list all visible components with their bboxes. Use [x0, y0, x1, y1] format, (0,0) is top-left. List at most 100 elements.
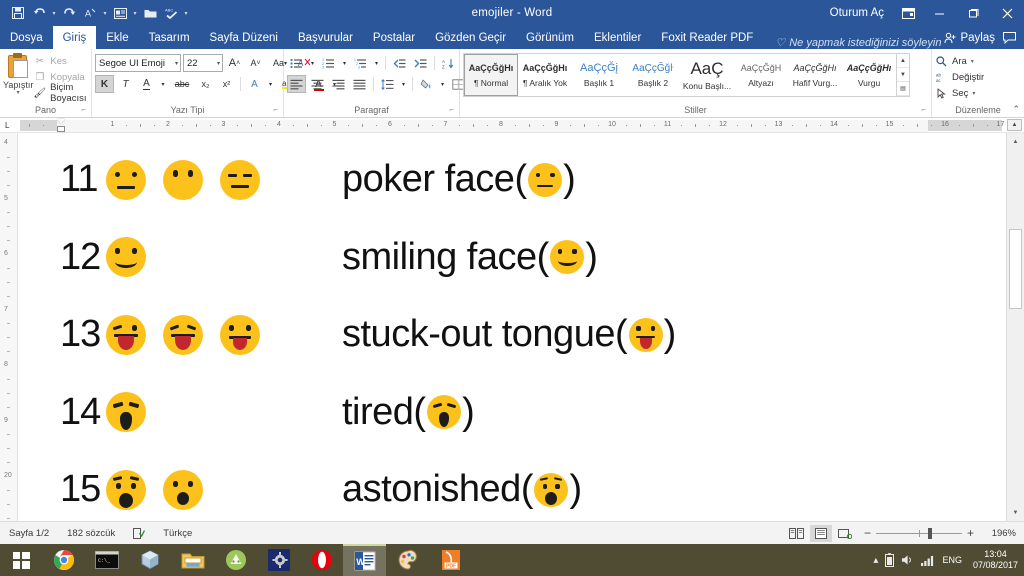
- style-konu-basligi[interactable]: AaÇ Konu Başlı...: [680, 54, 734, 96]
- style-normal[interactable]: AaÇçĞğHı ¶ Normal: [464, 54, 518, 96]
- styles-scroll-up-icon[interactable]: ▲: [897, 54, 909, 68]
- format-painter-button[interactable]: 🖌 Biçim Boyacısı: [33, 82, 88, 104]
- tab-eklentiler[interactable]: Eklentiler: [584, 26, 651, 49]
- clock[interactable]: 13:04 07/08/2017: [969, 549, 1018, 571]
- document-area[interactable]: 4 5 6 7 8 9 20 11 poker face () 12 smil…: [0, 133, 1024, 521]
- paste-button[interactable]: Yapıştır ▾: [3, 51, 33, 96]
- tab-dosya[interactable]: Dosya: [0, 26, 53, 49]
- document-row[interactable]: 13 stuck-out tongue (): [60, 296, 1006, 374]
- justify-icon[interactable]: [350, 75, 369, 93]
- sort-icon[interactable]: AZ: [439, 54, 458, 72]
- clipboard-dialog-launcher-icon[interactable]: ⌐: [81, 103, 86, 116]
- strikethrough-button[interactable]: abc: [170, 75, 194, 93]
- print-preview-dropdown-icon[interactable]: ▾: [131, 10, 139, 17]
- ruler-track[interactable]: 1 2 3 4 5 6 7 8 9 10 11 12 13 14 15 16 17: [20, 120, 1004, 132]
- print-layout-icon[interactable]: [809, 524, 832, 542]
- windows-start-icon[interactable]: [0, 544, 42, 576]
- web-layout-icon[interactable]: [834, 525, 856, 542]
- open-icon[interactable]: [140, 3, 160, 23]
- save-icon[interactable]: [8, 3, 28, 23]
- underline-button[interactable]: A: [137, 75, 156, 93]
- style-hafif-vurgu[interactable]: AaÇçĞğHı Hafif Vurg...: [788, 54, 842, 96]
- shrink-font-icon[interactable]: A ˅: [246, 54, 265, 72]
- numbered-list-dropdown-icon[interactable]: ▾: [340, 54, 349, 72]
- tab-giris[interactable]: Giriş: [52, 26, 97, 49]
- tab-foxit-reader-pdf[interactable]: Foxit Reader PDF: [651, 26, 763, 49]
- language-indicator[interactable]: Türkçe: [154, 528, 201, 539]
- italic-button[interactable]: T: [116, 75, 135, 93]
- tell-me-box[interactable]: ♡ Ne yapmak istediğinizi söyleyin: [763, 36, 941, 50]
- style-vurgu[interactable]: AaÇçĞğHı Vurgu: [842, 54, 896, 96]
- bullet-list-icon[interactable]: [287, 54, 306, 72]
- proofing-errors-icon[interactable]: [124, 527, 154, 539]
- bullet-list-dropdown-icon[interactable]: ▾: [308, 54, 317, 72]
- align-left-icon[interactable]: [287, 75, 306, 93]
- text-effects-icon[interactable]: A: [245, 75, 264, 93]
- share-button[interactable]: Paylaş: [944, 32, 995, 44]
- document-page[interactable]: 11 poker face () 12 smiling face () 13…: [18, 133, 1006, 521]
- close-button[interactable]: [990, 0, 1024, 26]
- read-mode-icon[interactable]: [786, 525, 808, 542]
- align-right-icon[interactable]: [329, 75, 348, 93]
- spelling-check-icon[interactable]: ABC: [161, 3, 181, 23]
- style-aralik-yok[interactable]: AaÇçĞğHı ¶ Aralık Yok: [518, 54, 572, 96]
- document-row[interactable]: 15 astonished (): [60, 451, 1006, 521]
- zoom-out-button[interactable]: −: [864, 526, 871, 540]
- superscript-button[interactable]: x²: [217, 75, 236, 93]
- styles-gallery-scrollbar[interactable]: ▲ ▼ ▤: [896, 54, 909, 96]
- scrollbar-thumb[interactable]: [1009, 229, 1022, 309]
- zoom-in-button[interactable]: +: [967, 526, 974, 540]
- restore-button[interactable]: [956, 0, 990, 26]
- styles-dialog-launcher-icon[interactable]: ⌐: [921, 103, 926, 116]
- font-name-chevron-down-icon[interactable]: ▾: [172, 60, 178, 67]
- opera-icon[interactable]: [300, 544, 343, 576]
- zoom-track[interactable]: [875, 527, 962, 539]
- scroll-up-icon[interactable]: ▲: [1007, 119, 1022, 131]
- customize-quick-access-icon[interactable]: ▾: [182, 10, 190, 17]
- select-button[interactable]: Seç ▾: [935, 86, 984, 101]
- redo-icon[interactable]: [59, 3, 79, 23]
- collapse-ribbon-icon[interactable]: ⌃: [1012, 104, 1020, 115]
- tab-ekle[interactable]: Ekle: [96, 26, 138, 49]
- multilevel-list-icon[interactable]: 123: [351, 54, 370, 72]
- sign-in-button[interactable]: Oturum Aç: [820, 7, 894, 19]
- page-indicator[interactable]: Sayfa 1/2: [0, 528, 58, 539]
- scroll-down-arrow-icon[interactable]: ▼: [1007, 504, 1024, 521]
- document-row[interactable]: 12 smiling face (): [60, 219, 1006, 297]
- settings-app-icon[interactable]: [257, 544, 300, 576]
- tab-basvurular[interactable]: Başvurular: [288, 26, 363, 49]
- undo-icon[interactable]: [29, 3, 49, 23]
- text-effects-dropdown-icon[interactable]: ▾: [266, 75, 275, 93]
- tab-tasarim[interactable]: Tasarım: [139, 26, 200, 49]
- styles-scroll-down-icon[interactable]: ▼: [897, 68, 909, 82]
- word-count[interactable]: 182 sözcük: [58, 528, 124, 539]
- paste-dropdown-icon[interactable]: ▾: [17, 90, 20, 96]
- numbered-list-icon[interactable]: 123: [319, 54, 338, 72]
- tab-stop-selector[interactable]: L: [5, 121, 9, 130]
- style-altyazi[interactable]: AaÇçĞğH Altyazı: [734, 54, 788, 96]
- file-explorer-icon[interactable]: [171, 544, 214, 576]
- print-preview-icon[interactable]: [110, 3, 130, 23]
- android-studio-icon[interactable]: [214, 544, 257, 576]
- grow-font-icon[interactable]: A ˄: [225, 54, 244, 72]
- zoom-thumb[interactable]: [927, 527, 932, 539]
- styles-more-icon[interactable]: ▤: [897, 82, 909, 96]
- network-signal-icon[interactable]: [921, 554, 935, 566]
- virtualbox-icon[interactable]: [128, 544, 171, 576]
- tab-gorunum[interactable]: Görünüm: [516, 26, 584, 49]
- font-color-dropdown-icon[interactable]: ▾: [101, 10, 109, 17]
- battery-icon[interactable]: [885, 553, 895, 567]
- left-indent-marker[interactable]: [57, 126, 65, 132]
- minimize-button[interactable]: [922, 0, 956, 26]
- tab-sayfa-duzeni[interactable]: Sayfa Düzeni: [200, 26, 288, 49]
- horizontal-ruler[interactable]: L 1 2 3 4 5 6 7 8 9 10 11 12 13 14 15 16 17 ▲: [0, 118, 1024, 133]
- cut-button[interactable]: ✂ Kes: [33, 54, 88, 68]
- word-icon[interactable]: W: [343, 544, 386, 576]
- paragraph-dialog-launcher-icon[interactable]: ⌐: [449, 103, 454, 116]
- document-row[interactable]: 14 tired (): [60, 374, 1006, 452]
- style-baslik-1[interactable]: AaÇçĞį Başlık 1: [572, 54, 626, 96]
- shading-icon[interactable]: [417, 75, 436, 93]
- subscript-button[interactable]: x₂: [196, 75, 215, 93]
- font-size-combo[interactable]: 22 ▾: [183, 54, 223, 72]
- tab-postalar[interactable]: Postalar: [363, 26, 425, 49]
